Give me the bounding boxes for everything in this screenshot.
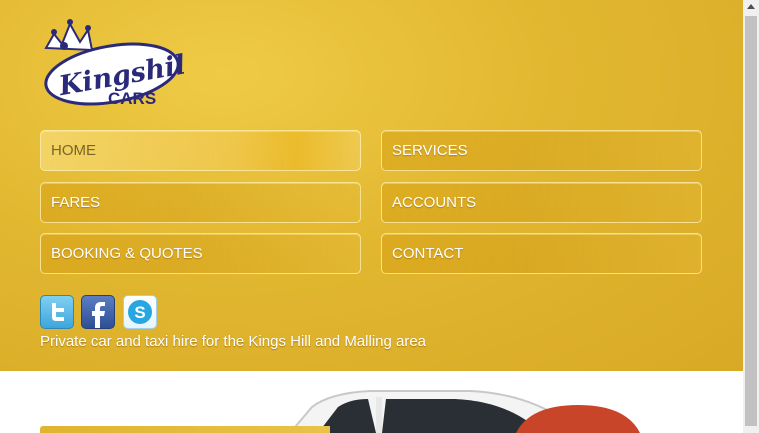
nav-fares-label: FARES <box>51 194 101 211</box>
nav-contact[interactable]: CONTACT <box>381 233 702 274</box>
vertical-scrollbar[interactable] <box>743 0 759 433</box>
hero-strip <box>40 426 330 433</box>
twitter-icon[interactable] <box>40 295 74 329</box>
nav-accounts[interactable]: ACCOUNTS <box>381 182 702 223</box>
nav-services-label: SERVICES <box>392 142 468 159</box>
nav-home[interactable]: HOME <box>40 130 361 171</box>
nav-booking-quotes[interactable]: BOOKING & QUOTES <box>40 233 361 274</box>
skype-icon[interactable]: S <box>123 295 157 329</box>
nav-services[interactable]: SERVICES <box>381 130 702 171</box>
nav-fares[interactable]: FARES <box>40 182 361 223</box>
taxi-car-image <box>288 390 640 433</box>
hero-banner <box>0 371 743 433</box>
nav-contact-label: CONTACT <box>392 245 464 262</box>
logo-text-bottom: CARS <box>108 89 156 108</box>
scroll-up-arrow-icon[interactable] <box>747 4 755 9</box>
tagline: Private car and taxi hire for the Kings … <box>40 333 427 350</box>
nav-booking-quotes-label: BOOKING & QUOTES <box>51 245 203 262</box>
facebook-icon[interactable] <box>81 295 115 329</box>
nav-home-label: HOME <box>51 142 96 159</box>
svg-text:S: S <box>134 303 145 322</box>
site-header: Kingshill CARS HOME SERVICES FARES ACCOU… <box>0 0 743 371</box>
nav-accounts-label: ACCOUNTS <box>392 194 477 211</box>
kingshill-cars-logo[interactable]: Kingshill CARS <box>40 18 198 110</box>
scroll-thumb[interactable] <box>745 16 757 426</box>
crown-icon <box>44 19 94 52</box>
